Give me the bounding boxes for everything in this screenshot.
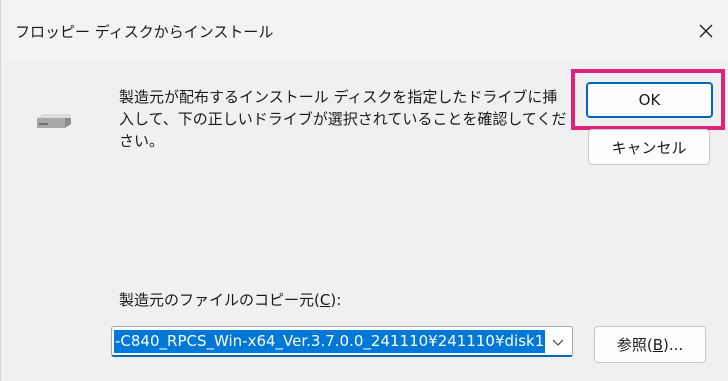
close-button[interactable] [683,0,728,62]
title-bar: フロッピー ディスクからインストール [1,0,728,62]
copy-source-label: 製造元のファイルのコピー元(C): [119,289,341,310]
browse-label-accesskey: B [652,335,663,354]
browse-label-suffix: )... [663,335,684,354]
floppy-drive-icon [37,114,71,128]
copy-source-label-accesskey: C [319,291,331,309]
browse-label-prefix: 参照( [616,336,653,354]
chevron-down-icon[interactable] [550,334,566,350]
browse-button[interactable]: 参照(B)... [594,326,706,363]
ok-button[interactable]: OK [586,82,713,118]
instruction-message: 製造元が配布するインストール ディスクを指定したドライブに挿入して、下の正しいド… [119,88,567,150]
window-title: フロッピー ディスクからインストール [15,23,274,41]
copy-source-combobox[interactable]: -C840_RPCS_Win-x64_Ver.3.7.0.0_241110¥24… [111,326,573,357]
copy-source-path-value[interactable]: -C840_RPCS_Win-x64_Ver.3.7.0.0_241110¥24… [114,330,546,353]
install-from-disk-dialog: フロッピー ディスクからインストール 製造元が配布するインストール ディスクを指… [0,0,728,381]
copy-source-label-prefix: 製造元のファイルのコピー元( [119,291,320,309]
copy-source-label-suffix: ): [330,291,342,309]
close-icon [699,24,713,38]
cancel-button[interactable]: キャンセル [588,129,710,165]
